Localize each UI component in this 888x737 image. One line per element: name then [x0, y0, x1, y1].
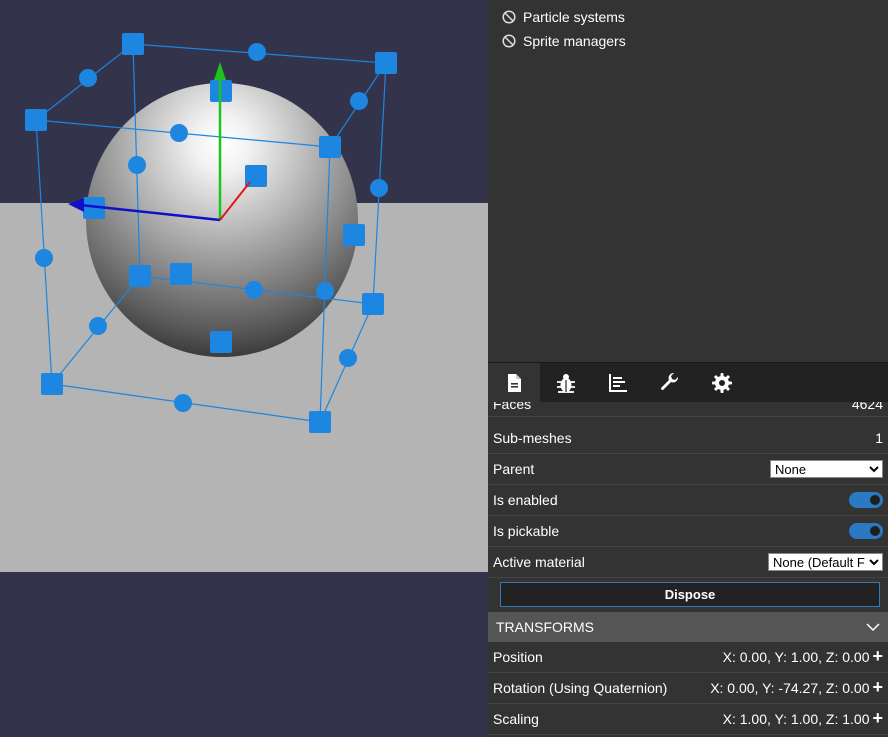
- 3d-viewport[interactable]: [0, 0, 488, 737]
- corner-handle: [309, 411, 331, 433]
- corner-handle: [362, 293, 384, 315]
- is-pickable-toggle[interactable]: [849, 523, 883, 539]
- corner-handle: [41, 373, 63, 395]
- bug-icon: [557, 374, 575, 393]
- disabled-icon: [502, 34, 516, 48]
- edge-handle: [248, 43, 266, 61]
- scene-canvas[interactable]: [0, 0, 488, 737]
- property-value: X: 0.00, Y: -74.27, Z: 0.00: [710, 680, 870, 696]
- tab-statistics[interactable]: [592, 363, 644, 403]
- position-value-group[interactable]: X: 0.00, Y: 1.00, Z: 0.00 +: [722, 646, 883, 666]
- property-label: Sub-meshes: [493, 430, 572, 446]
- tab-debug[interactable]: [540, 363, 592, 403]
- chevron-down-icon: [866, 623, 880, 632]
- property-submeshes: Sub-meshes 1: [488, 423, 888, 454]
- property-value: X: 1.00, Y: 1.00, Z: 1.00: [722, 711, 870, 727]
- property-label: Active material: [493, 554, 585, 570]
- edge-handle: [316, 282, 334, 300]
- property-label: Rotation (Using Quaternion): [493, 680, 668, 696]
- face-handle: [343, 224, 365, 246]
- dispose-button[interactable]: Dispose: [500, 582, 880, 607]
- edge-handle: [174, 394, 192, 412]
- edge-handle: [339, 349, 357, 367]
- property-rotation: Rotation (Using Quaternion) X: 0.00, Y: …: [488, 673, 888, 704]
- property-is-enabled: Is enabled: [488, 485, 888, 516]
- property-value: 4624: [851, 402, 883, 412]
- edge-handle: [89, 317, 107, 335]
- property-position: Position X: 0.00, Y: 1.00, Z: 0.00 +: [488, 642, 888, 673]
- expand-plus-icon[interactable]: +: [872, 677, 883, 697]
- edge-handle: [128, 156, 146, 174]
- edge-handle: [79, 69, 97, 87]
- properties-pane: Faces 4624 Sub-meshes 1 Parent None Is e…: [488, 402, 888, 737]
- property-label: Position: [493, 649, 543, 665]
- edge-handle: [370, 179, 388, 197]
- expand-plus-icon[interactable]: +: [872, 708, 883, 728]
- scene-item-particle-systems[interactable]: Particle systems: [502, 6, 625, 28]
- expand-plus-icon[interactable]: +: [872, 646, 883, 666]
- property-active-material: Active material None (Default F: [488, 547, 888, 578]
- tab-properties[interactable]: [488, 363, 540, 403]
- is-enabled-toggle[interactable]: [849, 492, 883, 508]
- property-parent: Parent None: [488, 454, 888, 485]
- tab-tools[interactable]: [644, 363, 696, 403]
- tab-settings[interactable]: [696, 363, 748, 403]
- edge-handle: [350, 92, 368, 110]
- face-handle: [170, 263, 192, 285]
- section-title: TRANSFORMS: [496, 619, 594, 635]
- property-is-pickable: Is pickable: [488, 516, 888, 547]
- corner-handle: [25, 109, 47, 131]
- scene-item-label: Sprite managers: [523, 33, 626, 49]
- scaling-value-group[interactable]: X: 1.00, Y: 1.00, Z: 1.00 +: [722, 708, 883, 728]
- transforms-section-header[interactable]: TRANSFORMS: [488, 612, 888, 642]
- rotation-value-group[interactable]: X: 0.00, Y: -74.27, Z: 0.00 +: [710, 677, 883, 697]
- document-icon: [508, 374, 521, 392]
- scene-item-sprite-managers[interactable]: Sprite managers: [502, 30, 626, 52]
- lower-background: [0, 572, 488, 737]
- edge-handle: [35, 249, 53, 267]
- face-handle: [210, 331, 232, 353]
- inspector-panel: Particle systems Sprite managers Faces 4…: [488, 0, 888, 737]
- property-value: 1: [875, 430, 883, 446]
- scene-item-label: Particle systems: [523, 9, 625, 25]
- edge-handle: [245, 281, 263, 299]
- corner-handle: [129, 265, 151, 287]
- property-label: Parent: [493, 461, 535, 477]
- inspector-tab-bar: [488, 362, 888, 403]
- property-label: Is enabled: [493, 492, 558, 508]
- edge-handle: [170, 124, 188, 142]
- corner-handle: [319, 136, 341, 158]
- corner-handle: [122, 33, 144, 55]
- property-faces: Faces 4624: [488, 402, 888, 417]
- corner-handle: [375, 52, 397, 74]
- statistics-icon: [609, 374, 627, 392]
- property-label: Faces: [493, 402, 532, 412]
- property-label: Is pickable: [493, 523, 560, 539]
- gear-icon: [712, 373, 732, 393]
- parent-dropdown[interactable]: None: [770, 460, 883, 478]
- property-label: Scaling: [493, 711, 539, 727]
- property-scaling: Scaling X: 1.00, Y: 1.00, Z: 1.00 +: [488, 704, 888, 735]
- active-material-dropdown[interactable]: None (Default F: [768, 553, 883, 571]
- property-value: X: 0.00, Y: 1.00, Z: 0.00: [722, 649, 870, 665]
- sphere-mesh[interactable]: [86, 83, 358, 357]
- disabled-icon: [502, 10, 516, 24]
- wrench-icon: [660, 372, 679, 391]
